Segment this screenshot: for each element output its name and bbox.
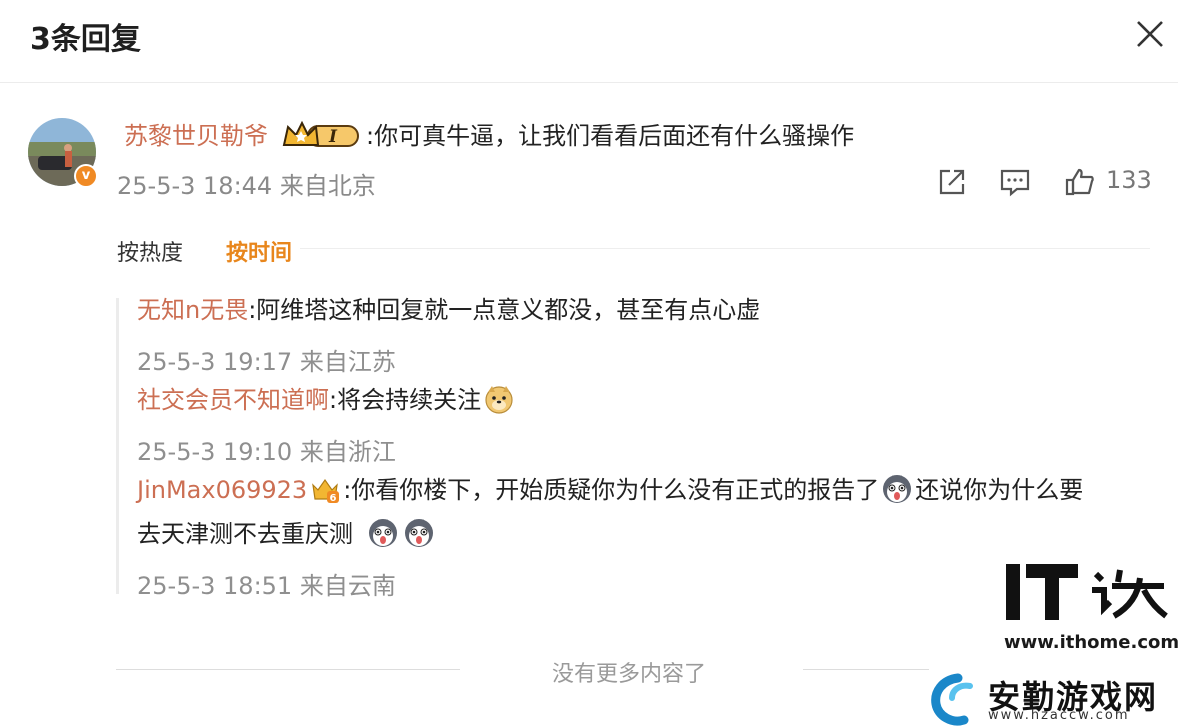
like-count: 133: [1106, 166, 1152, 194]
divider: [116, 669, 460, 670]
reply-item: 无知n无畏:阿维塔这种回复就一点意义都没，甚至有点心虚: [137, 292, 760, 328]
reply-username[interactable]: 社交会员不知道啊: [137, 386, 329, 414]
modal-header: 3条回复: [0, 0, 1178, 83]
verified-icon: v: [74, 164, 98, 188]
close-icon[interactable]: [1128, 12, 1172, 56]
like-icon[interactable]: [1064, 166, 1096, 198]
reply-item: 社交会员不知道啊:将会持续关注: [137, 382, 517, 419]
main-comment-line: 苏黎世贝勒爷 I :你可真牛逼，让我们看看后面还有什么骚操作: [124, 118, 854, 155]
sort-by-hot-tab[interactable]: 按热度: [117, 235, 183, 267]
crown-badge-icon: I: [282, 120, 359, 147]
svg-text:6: 6: [330, 493, 337, 504]
reply-username[interactable]: 无知n无畏: [137, 296, 248, 324]
sort-by-time-tab[interactable]: 按时间: [226, 235, 292, 267]
reply-item-wrap: 去天津测不去重庆测: [137, 516, 437, 553]
main-comment-username[interactable]: 苏黎世贝勒爷: [124, 122, 268, 150]
doge-emoji-icon: [485, 386, 513, 414]
hzaccw-watermark-url: www.hzaccw.com: [988, 708, 1130, 723]
end-of-list-text: 没有更多内容了: [552, 662, 707, 687]
husky-emoji-icon: [368, 519, 397, 547]
main-comment-text: :你可真牛逼，让我们看看后面还有什么骚操作: [366, 122, 855, 150]
reply-text-continued: 还说你为什么要: [915, 476, 1084, 504]
share-icon[interactable]: [936, 166, 968, 198]
reply-text: :你看你楼下，开始质疑你为什么没有正式的报告了: [343, 476, 880, 504]
reply-meta: 25-5-3 19:17 来自江苏: [137, 348, 396, 376]
reply-meta: 25-5-3 19:10 来自浙江: [137, 438, 396, 466]
husky-emoji-icon: [883, 475, 912, 503]
main-comment-meta: 25-5-3 18:44 来自北京: [117, 172, 376, 200]
reply-username[interactable]: JinMax069923: [137, 476, 307, 504]
reply-text: :阿维塔这种回复就一点意义都没，甚至有点心虚: [248, 296, 761, 324]
ithome-watermark-logo: [1006, 564, 1168, 620]
reply-text-line2: 去天津测不去重庆测: [137, 520, 353, 548]
reply-rail: [116, 298, 119, 594]
divider: [803, 669, 929, 670]
reply-meta: 25-5-3 18:51 来自云南: [137, 572, 396, 600]
husky-emoji-icon: [404, 519, 433, 547]
reply-item: JinMax069923 6 :你看你楼下，开始质疑你为什么没有正式的报告了 还…: [137, 472, 1083, 509]
divider: [300, 248, 1150, 249]
badge-level: I: [328, 127, 338, 147]
ithome-watermark-url: www.ithome.com: [1004, 632, 1178, 653]
page-title: 3条回复: [30, 22, 141, 57]
reply-text: :将会持续关注: [329, 386, 482, 414]
vip-crown-icon: 6: [312, 478, 340, 504]
comment-icon[interactable]: [999, 166, 1031, 198]
